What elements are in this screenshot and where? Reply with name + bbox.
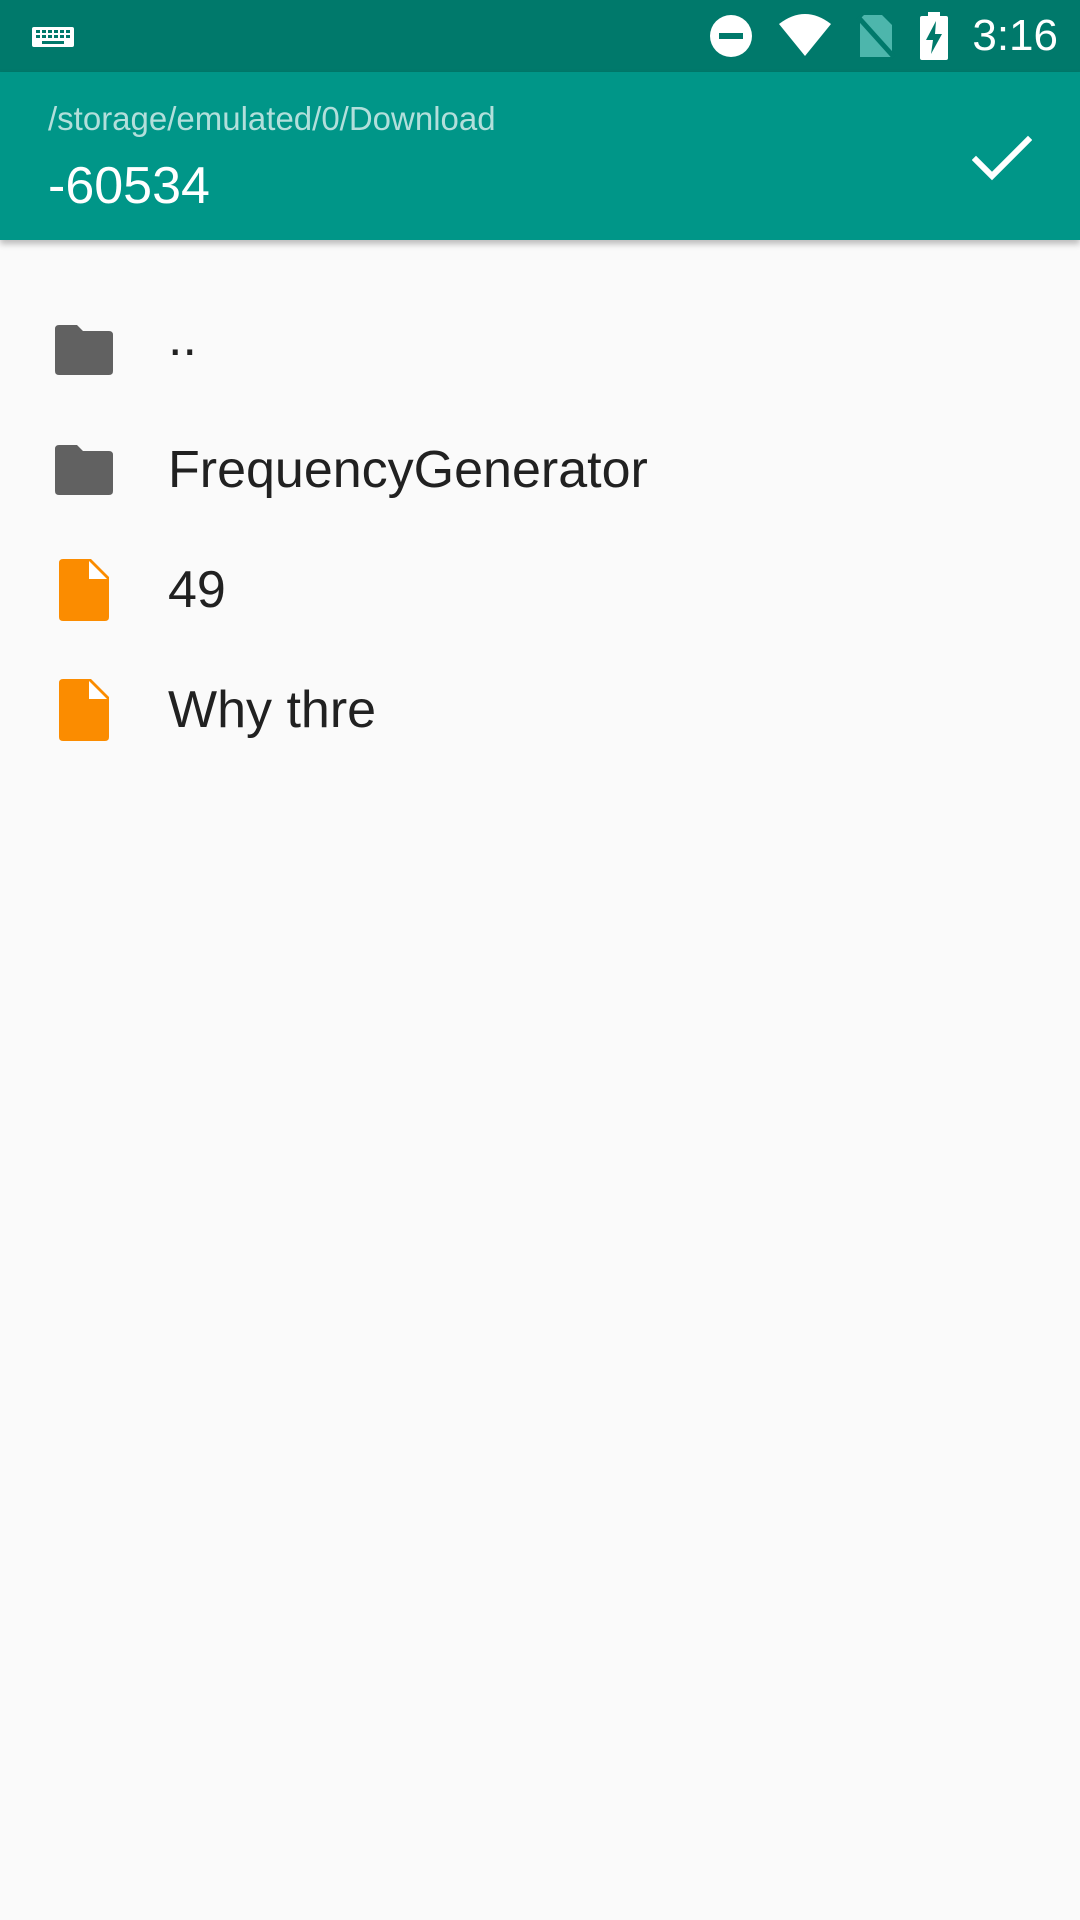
wifi-icon	[778, 14, 832, 58]
status-time: 3:16	[972, 11, 1058, 60]
file-icon	[52, 678, 116, 742]
folder-icon	[52, 318, 116, 382]
current-path: /storage/emulated/0/Download	[48, 100, 496, 137]
list-item-label: ..	[168, 309, 197, 367]
no-sim-icon	[856, 13, 897, 59]
list-item-label: 49	[168, 561, 226, 619]
keyboard-icon	[30, 16, 76, 56]
check-icon	[971, 134, 1033, 187]
status-bar: 3:16	[0, 0, 1080, 72]
filename-input[interactable]	[48, 154, 928, 218]
list-item-parent[interactable]: ..	[0, 290, 1080, 410]
list-item-label: Why thre	[168, 681, 377, 739]
battery-charging-icon	[920, 12, 949, 60]
do-not-disturb-icon	[708, 13, 754, 59]
toolbar: /storage/emulated/0/Download	[0, 72, 1080, 240]
file-icon	[52, 558, 116, 622]
list-item-folder[interactable]: FrequencyGenerator	[0, 410, 1080, 530]
file-list: .. FrequencyGenerator 49 Why thre	[0, 290, 1080, 770]
list-item-file[interactable]: 49	[0, 530, 1080, 650]
confirm-button[interactable]	[954, 112, 1050, 208]
list-item-file[interactable]: Why thre	[0, 650, 1080, 770]
list-item-label: FrequencyGenerator	[168, 441, 648, 499]
folder-icon	[52, 438, 116, 502]
